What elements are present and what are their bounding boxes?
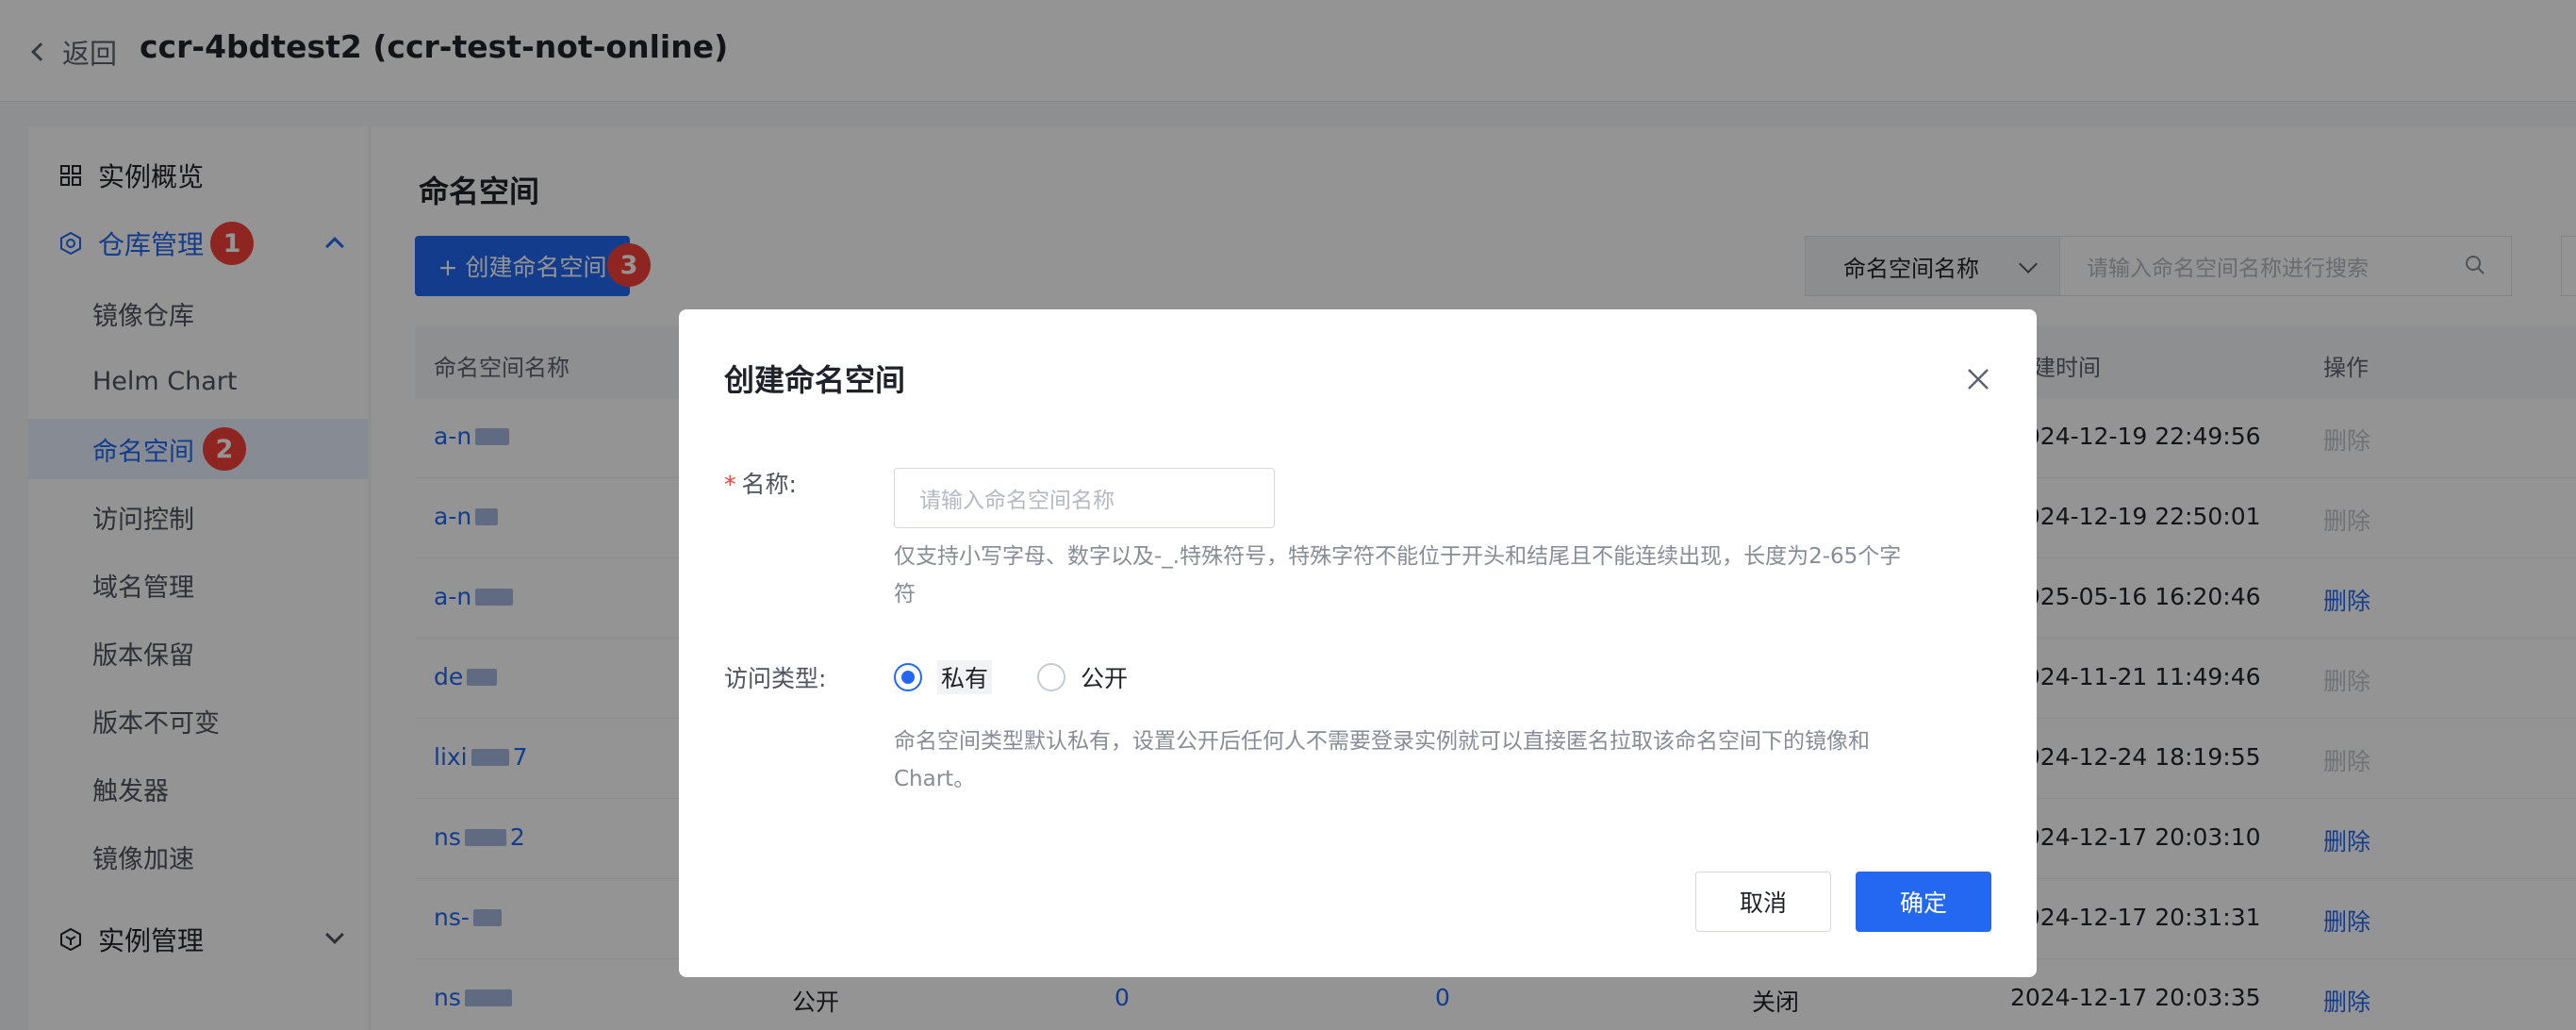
namespace-name-input[interactable]: 请输入命名空间名称 [894,468,1275,528]
access-type-radio-group: 私有 公开 [894,660,1173,694]
radio-public[interactable]: 公开 [1037,660,1128,694]
radio-private[interactable]: 私有 [894,660,993,694]
dialog-title: 创建命名空间 [724,362,906,398]
create-namespace-dialog: 创建命名空间 * 名称: 请输入命名空间名称 仅支持小写字母、数字以及-_.特殊符… [679,309,2037,977]
radio-unchecked-icon [1037,663,1066,691]
name-placeholder: 请输入命名空间名称 [919,489,1115,513]
name-label: * 名称: [724,471,797,498]
radio-checked-icon [894,663,922,691]
close-icon[interactable] [1965,366,1991,392]
confirm-button[interactable]: 确定 [1856,872,1991,932]
access-help-text: 命名空间类型默认私有，设置公开后任何人不需要登录实例就可以直接匿名拉取该命名空间… [894,729,1870,791]
access-type-label: 访问类型: [724,665,827,692]
cancel-button[interactable]: 取消 [1695,872,1831,932]
name-help-text: 仅支持小写字母、数字以及-_.特殊符号，特殊字符不能位于开头和结尾且不能连续出现… [894,544,1902,606]
required-mark: * [724,471,736,498]
